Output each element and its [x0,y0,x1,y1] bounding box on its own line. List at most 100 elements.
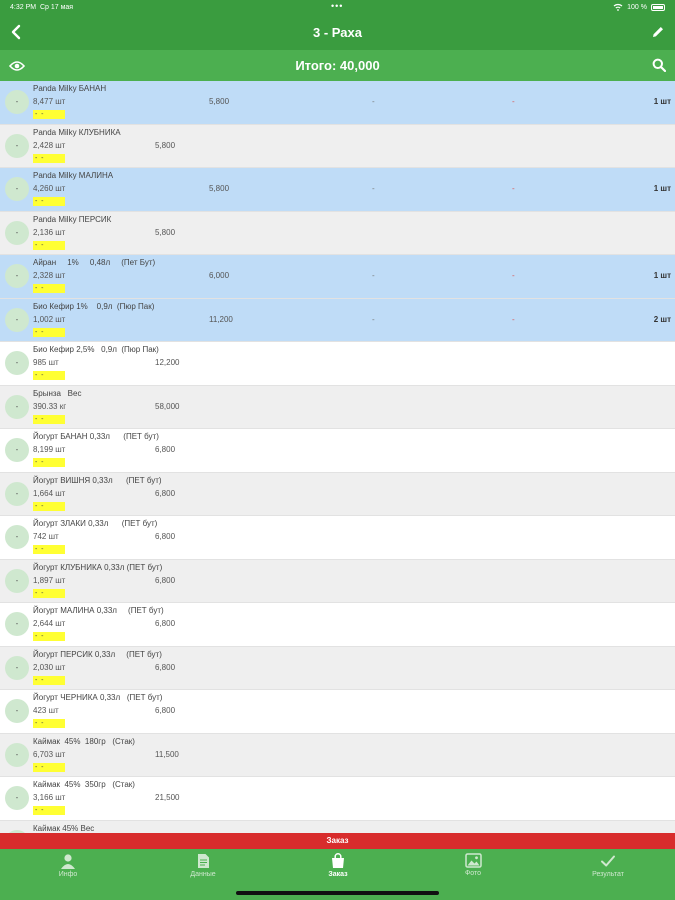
product-name: Йогурт ЧЕРНИКА 0,33л (ПЕТ бут) [33,693,163,702]
product-stock: 2,030 шт [33,662,66,672]
list-item[interactable]: - Каймак 45% 180гр (Стак) 6,703 шт 11,500 -… [0,733,675,777]
product-name: Йогурт БАНАН 0,33л (ПЕТ бут) [33,432,159,441]
product-price: 5,800 [209,184,230,193]
list-item[interactable]: - Йогурт ЗЛАКИ 0,33л (ПЕТ бут) 742 шт 6,800… [0,516,675,560]
home-indicator[interactable] [236,891,439,895]
tab-info[interactable]: Инфо [23,853,113,878]
quantity-circle-button[interactable]: - [5,220,29,245]
quantity-circle-button[interactable]: - [5,394,29,419]
quantity-circle-button[interactable]: - [5,655,29,680]
product-price: 11,500 [155,749,179,759]
list-item[interactable]: -Каймак 45% Вес [0,820,675,833]
quantity-circle-button[interactable]: - [5,438,29,462]
highlight-strip: - - [33,284,65,293]
product-name: Panda Milky БАНАН [33,84,107,93]
product-list[interactable]: - Panda Milky БАНАН 8,477 шт 5,800 - ---1 ш… [0,81,675,833]
list-item[interactable]: - Panda Milky МАЛИНА 4,260 шт 5,800 - ---1 … [0,168,675,212]
product-price: 6,800 [155,619,176,628]
list-item[interactable]: - Йогурт ЧЕРНИКА 0,33л (ПЕТ бут) 423 шт 6,8… [0,690,675,734]
list-item[interactable]: - Био Кефир 1% 0,9л (Пюр Пак) 1,002 шт 11,2… [0,298,675,342]
list-item[interactable]: - Panda Milky ПЕРСИК 2,136 шт 5,800 - - [0,211,675,255]
bonus-value: - [512,314,515,324]
product-price: 6,800 [155,706,176,715]
highlight-strip: - - [33,240,65,250]
product-price: 6,000 [209,271,230,280]
quantity-circle-button[interactable]: - [5,90,29,114]
tab-photo[interactable]: Фото [428,853,518,877]
bonus-value: - [512,184,515,193]
quantity-circle-button[interactable]: - [5,786,29,810]
image-icon [464,853,482,868]
list-item[interactable]: - Йогурт ВИШНЯ 0,33л (ПЕТ бут) 1,664 шт 6,8… [0,472,675,516]
product-name: Йогурт ЗЛАКИ 0,33л (ПЕТ бут) [33,519,158,528]
product-price: 5,800 [209,97,230,106]
product-name: Брынза Вес [33,388,82,398]
quantity-circle-button[interactable]: - [5,699,29,723]
search-icon [652,58,667,73]
order-quantity: 1 шт [653,184,671,193]
product-price: 58,000 [155,401,180,411]
list-item[interactable]: - Брынза Вес 390.33 кг 58,000 - - [0,385,675,429]
product-price: 6,800 [155,575,176,585]
list-item[interactable]: - Panda Milky КЛУБНИКА 2,428 шт 5,800 - - [0,124,675,168]
quantity-circle-button[interactable]: - [5,133,29,158]
highlight-strip: - - [33,675,65,685]
discount-value: - [372,314,375,324]
quantity-circle-button[interactable]: - [5,307,29,332]
quantity-circle-button[interactable]: - [5,568,29,593]
product-price: 5,800 [155,227,176,237]
person-icon [61,854,75,869]
product-stock: 985 шт [33,358,59,367]
highlight-strip: - - [33,588,65,598]
tab-result[interactable]: Результат [563,853,653,878]
list-item[interactable]: - Йогурт ПЕРСИК 0,33л (ПЕТ бут) 2,030 шт 6,… [0,646,675,690]
list-item[interactable]: - Panda Milky БАНАН 8,477 шт 5,800 - ---1 ш… [0,81,675,125]
highlight-strip: - - [33,806,65,815]
checkmark-icon [601,855,615,867]
product-price: 11,200 [209,314,233,324]
bonus-value: - [512,97,515,106]
order-quantity: 2 шт [653,314,671,324]
quantity-circle-button[interactable]: - [5,481,29,506]
product-price: 21,500 [155,793,180,802]
edit-button[interactable] [651,25,665,44]
highlight-strip: - - [33,501,65,511]
quantity-circle-button[interactable]: - [5,742,29,767]
product-stock: 8,199 шт [33,445,66,454]
order-quantity: 1 шт [653,271,671,280]
highlight-strip: - - [33,632,65,641]
list-item[interactable]: - Йогурт КЛУБНИКА 0,33л (ПЕТ бут) 1,897 шт… [0,559,675,603]
total-bar: Итого: 40,000 [0,50,675,81]
product-stock: 1,897 шт [33,575,66,585]
product-name: Био Кефир 1% 0,9л (Пюр Пак) [33,301,155,311]
product-name: Panda Milky КЛУБНИКА [33,127,121,137]
wifi-icon [613,3,623,11]
product-stock: 2,644 шт [33,619,66,628]
tab-data[interactable]: Данные [158,853,248,878]
product-name: Йогурт МАЛИНА 0,33л (ПЕТ бут) [33,606,164,615]
order-bar[interactable]: Заказ [0,833,675,849]
quantity-circle-button[interactable]: - [5,612,29,636]
quantity-circle-button[interactable]: - [5,525,29,549]
quantity-circle-button[interactable]: - [5,351,29,375]
product-price: 5,800 [155,140,176,150]
quantity-circle-button[interactable]: - [5,177,29,201]
status-right: 100 % [613,3,665,11]
product-price: 6,800 [155,532,176,541]
product-stock: 390.33 кг [33,401,67,411]
tab-order[interactable]: Заказ [293,853,383,878]
product-stock: 6,703 шт [33,749,66,759]
list-item[interactable]: - Йогурт МАЛИНА 0,33л (ПЕТ бут) 2,644 шт 6,… [0,603,675,647]
tab-order-label: Заказ [328,871,348,878]
product-stock: 2,428 шт [33,140,66,150]
search-button[interactable] [652,58,667,77]
list-item[interactable]: - Айран 1% 0,48л (Пет Бут) 2,328 шт 6,000 -… [0,255,675,299]
highlight-strip: - - [33,153,65,163]
list-item[interactable]: - Йогурт БАНАН 0,33л (ПЕТ бут) 8,199 шт 6,8… [0,429,675,473]
list-item[interactable]: - Био Кефир 2,5% 0,9л (Пюр Пак) 985 шт 12,2… [0,342,675,386]
highlight-strip: - - [33,371,65,380]
quantity-circle-button[interactable]: - [5,264,29,288]
highlight-strip: - - [33,327,65,337]
product-name: Каймак 45% Вес [33,823,95,833]
list-item[interactable]: - Каймак 45% 350гр (Стак) 3,166 шт 21,500 -… [0,777,675,821]
